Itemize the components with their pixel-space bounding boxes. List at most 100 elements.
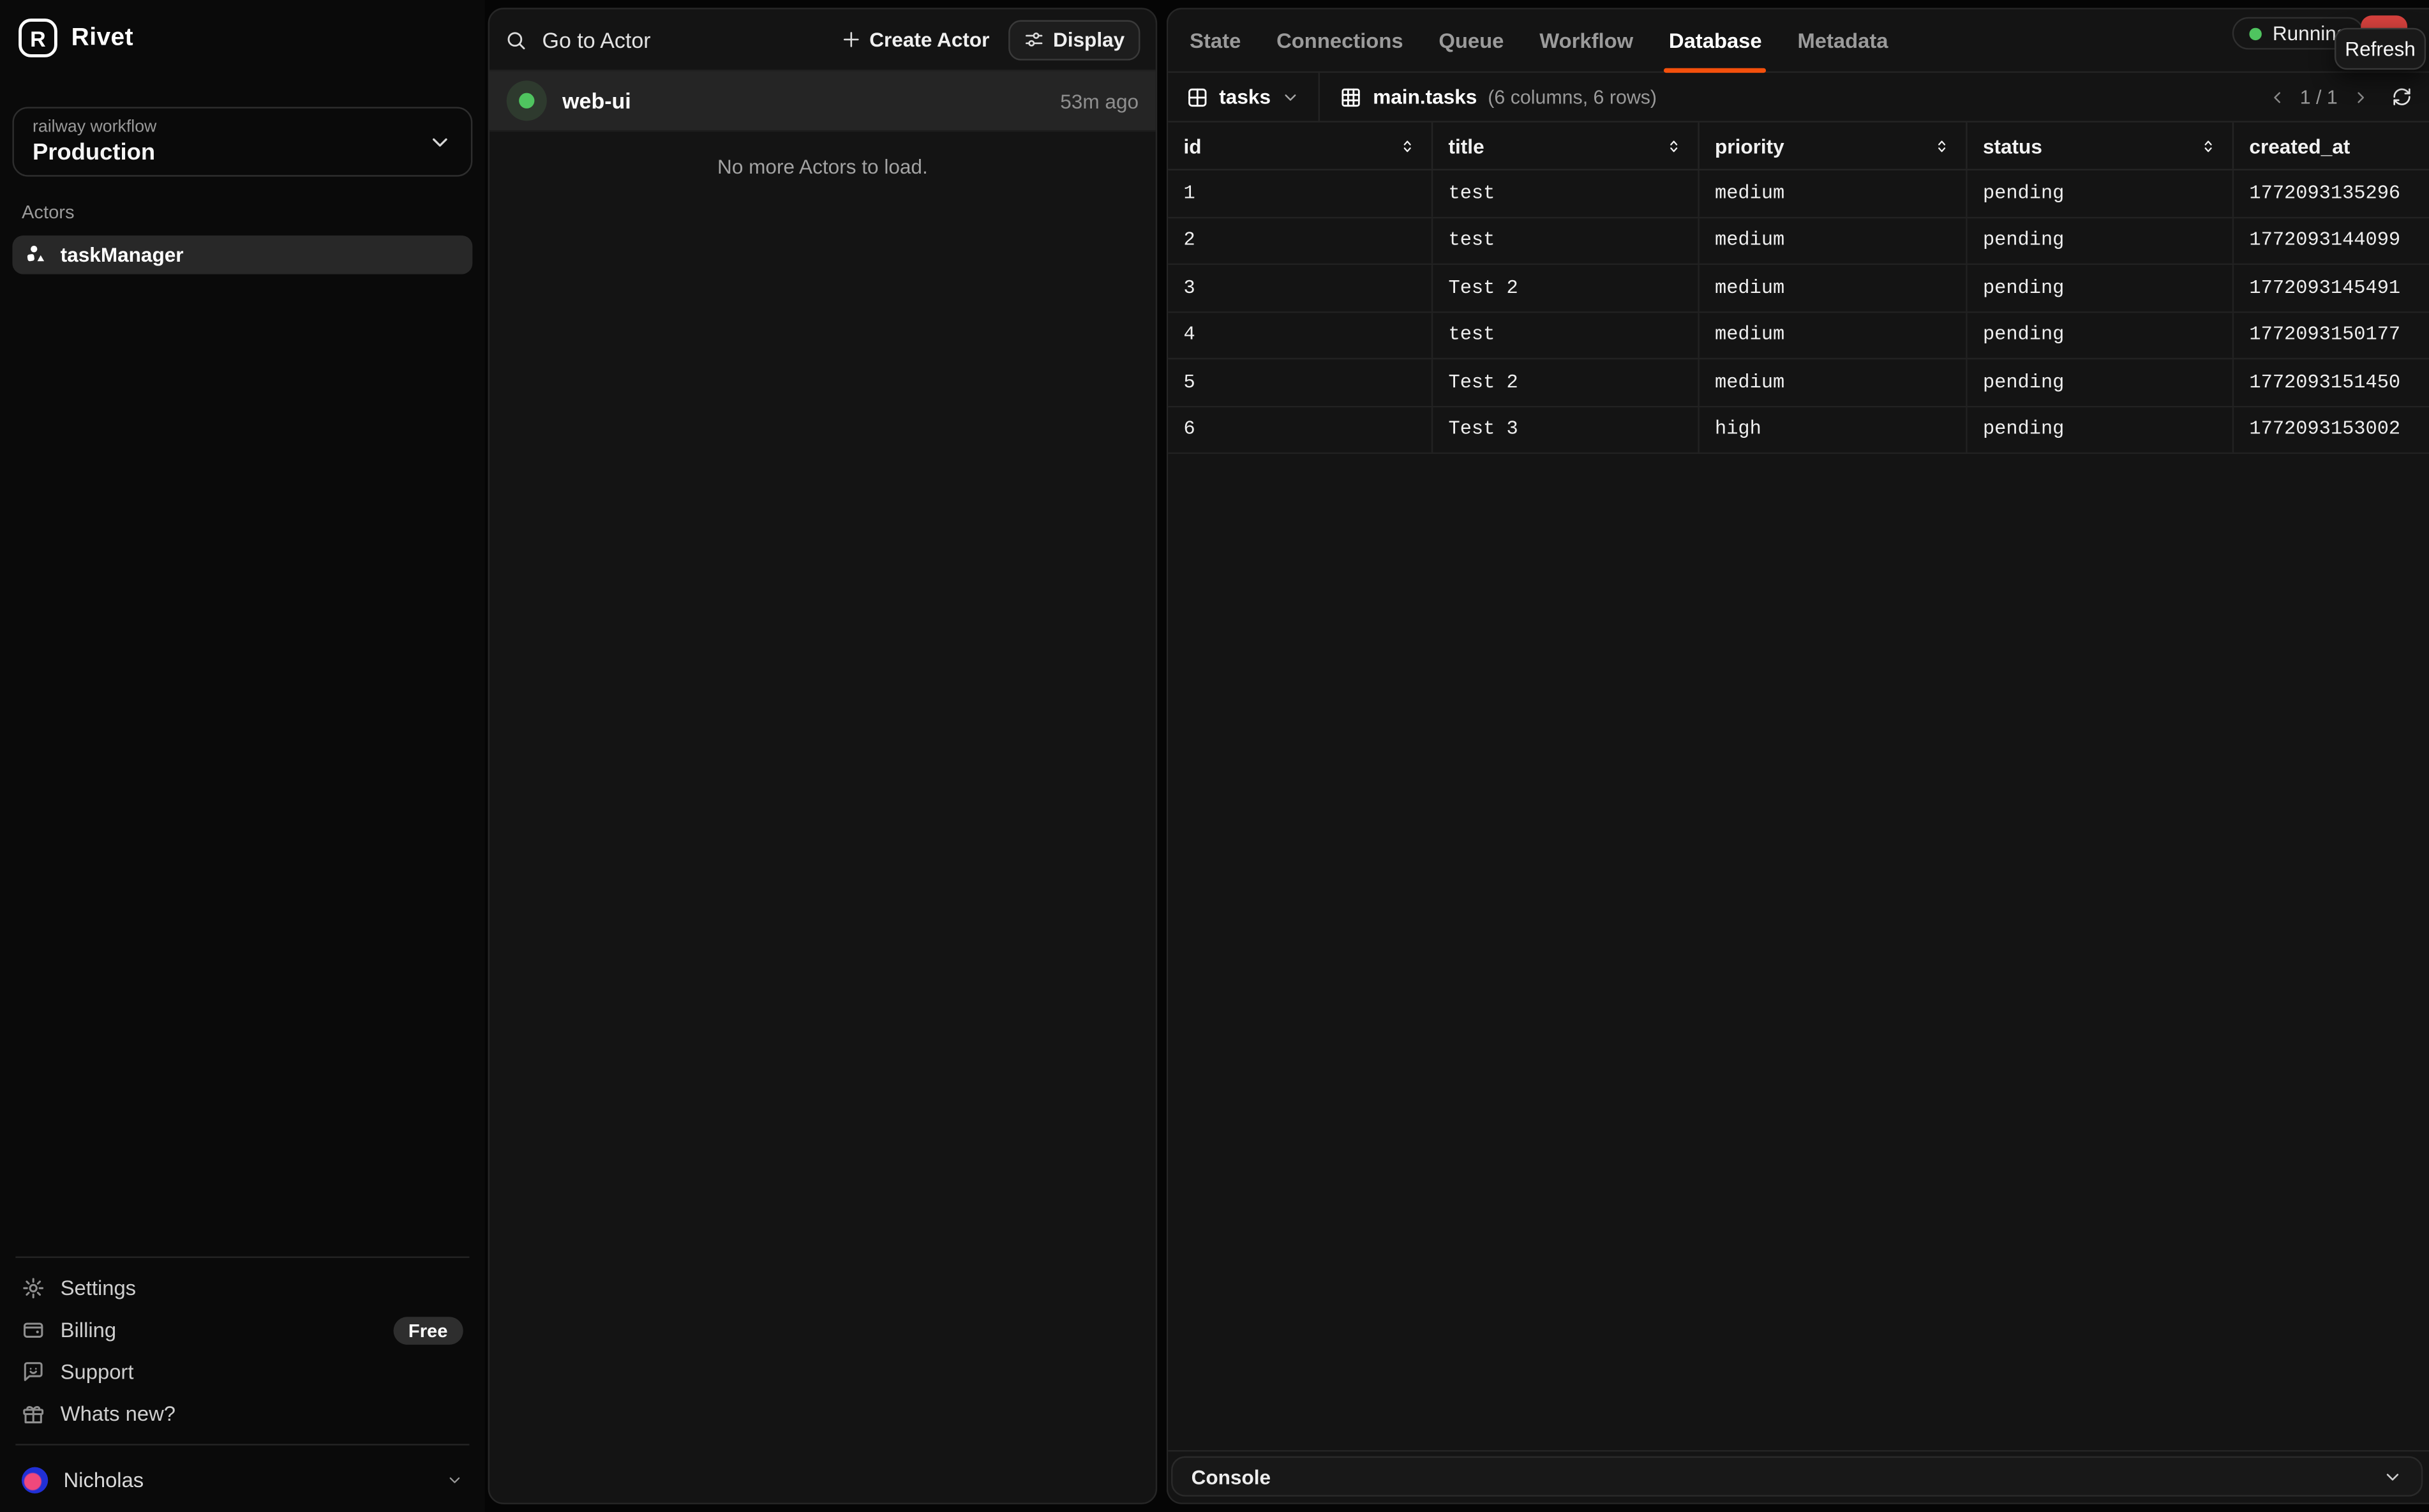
running-dot-icon	[2249, 27, 2261, 39]
cell-id: 5	[1168, 359, 1433, 405]
sort-icon	[2200, 137, 2217, 154]
sort-icon	[1399, 137, 1416, 154]
cell-created-at: 1772093145491	[2234, 265, 2429, 311]
prev-page-button[interactable]	[2268, 87, 2286, 106]
footer-item-label: Billing	[61, 1319, 116, 1342]
sidebar-item-taskmanager[interactable]: taskManager	[12, 236, 472, 274]
chevron-down-icon	[428, 130, 452, 154]
cell-created-at: 1772093151450	[2234, 359, 2429, 405]
divider	[15, 1257, 469, 1258]
footer-item-label: Support	[61, 1360, 134, 1383]
cell-priority: medium	[1700, 359, 1968, 405]
column-header-created-at[interactable]: created_at	[2234, 123, 2429, 169]
cell-status: pending	[1968, 312, 2234, 358]
cell-title: test	[1433, 312, 1699, 358]
actor-shapes-icon	[25, 243, 48, 266]
cell-status: pending	[1968, 265, 2234, 311]
brand-name: Rivet	[71, 24, 133, 52]
tooltip-label: Refresh	[2345, 37, 2416, 60]
table-icon	[1186, 86, 1208, 108]
sliders-icon	[1024, 29, 1044, 50]
console-label: Console	[1192, 1465, 1271, 1488]
tab-workflow[interactable]: Workflow	[1539, 10, 1633, 71]
column-label: status	[1983, 134, 2042, 157]
tab-state[interactable]: State	[1190, 10, 1241, 71]
user-menu[interactable]: Nicholas	[12, 1455, 472, 1497]
cell-id: 3	[1168, 265, 1433, 311]
database-toolbar: tasks main.tasks (6 columns, 6 rows) 1 /…	[1168, 73, 2429, 123]
cell-created-at: 1772093150177	[2234, 312, 2429, 358]
search-input[interactable]	[539, 26, 823, 54]
actor-list-header: Create Actor Display	[490, 10, 1156, 71]
sort-icon	[1933, 137, 1950, 154]
tab-database[interactable]: Database	[1669, 10, 1762, 71]
actor-inspector-panel: State Connections Queue Workflow Databas…	[1167, 8, 2429, 1504]
actor-list-item-web-ui[interactable]: web-ui 53m ago	[490, 71, 1156, 132]
table-full-name: main.tasks	[1373, 86, 1477, 109]
cell-priority: medium	[1700, 265, 1968, 311]
console-dock: Console	[1168, 1450, 2429, 1503]
chevron-left-icon	[2268, 87, 2286, 106]
refresh-table-button[interactable]	[2392, 87, 2412, 107]
sidebar-spacer	[12, 274, 472, 1247]
sidebar-item-settings[interactable]: Settings	[12, 1268, 472, 1310]
cell-id: 2	[1168, 218, 1433, 264]
sidebar-item-label: taskManager	[61, 243, 184, 266]
chevron-down-icon	[2382, 1466, 2403, 1486]
cell-id: 6	[1168, 407, 1433, 453]
column-header-title[interactable]: title	[1433, 123, 1699, 169]
refresh-icon	[2392, 87, 2412, 107]
actors-section-heading: Actors	[22, 202, 463, 223]
wallet-icon	[22, 1319, 45, 1342]
table-row[interactable]: 2 test medium pending 1772093144099	[1168, 218, 2429, 265]
workflow-text: railway workflow Production	[33, 117, 428, 165]
cell-title: Test 2	[1433, 359, 1699, 405]
sidebar-item-billing[interactable]: Billing Free	[12, 1309, 472, 1351]
console-toggle[interactable]: Console	[1171, 1456, 2423, 1497]
table-row[interactable]: 3 Test 2 medium pending 1772093145491	[1168, 265, 2429, 312]
avatar	[22, 1467, 48, 1493]
table-row[interactable]: 1 test medium pending 1772093135296	[1168, 170, 2429, 218]
sidebar: R Rivet railway workflow Production Acto…	[0, 0, 485, 1512]
gift-icon	[22, 1402, 45, 1425]
create-actor-button[interactable]: Create Actor	[835, 28, 996, 51]
display-label: Display	[1053, 28, 1125, 51]
cell-priority: high	[1700, 407, 1968, 453]
cell-priority: medium	[1700, 312, 1968, 358]
empty-list-message: No more Actors to load.	[490, 155, 1156, 178]
pagination-controls: 1 / 1	[2268, 86, 2429, 108]
tab-metadata[interactable]: Metadata	[1797, 10, 1888, 71]
table-row[interactable]: 6 Test 3 high pending 1772093153002	[1168, 407, 2429, 454]
column-label: id	[1183, 134, 1201, 157]
actor-age: 53m ago	[1060, 89, 1139, 112]
sidebar-item-whats-new[interactable]: Whats new?	[12, 1393, 472, 1435]
table-row[interactable]: 5 Test 2 medium pending 1772093151450	[1168, 359, 2429, 407]
table-empty-area	[1168, 454, 2429, 1450]
table-selector-dropdown[interactable]: tasks	[1168, 73, 1320, 121]
chevron-down-icon	[1282, 87, 1300, 106]
sidebar-item-support[interactable]: Support	[12, 1351, 472, 1393]
column-header-priority[interactable]: priority	[1700, 123, 1968, 169]
table-row[interactable]: 4 test medium pending 1772093150177	[1168, 312, 2429, 359]
search-icon	[505, 29, 527, 50]
tab-connections[interactable]: Connections	[1276, 10, 1403, 71]
chevron-down-icon	[446, 1472, 463, 1489]
table-header-row: id title priority status created_at	[1168, 123, 2429, 170]
display-options-button[interactable]: Display	[1008, 19, 1140, 59]
project-environment-selector[interactable]: railway workflow Production	[12, 107, 472, 176]
chevron-right-icon	[2352, 87, 2370, 106]
column-header-id[interactable]: id	[1168, 123, 1433, 169]
column-header-status[interactable]: status	[1968, 123, 2234, 169]
user-name: Nicholas	[64, 1469, 144, 1492]
environment-name: Production	[33, 139, 428, 165]
grid-icon	[1340, 86, 1362, 108]
page-indicator: 1 / 1	[2300, 86, 2338, 108]
cell-priority: medium	[1700, 218, 1968, 264]
column-label: title	[1449, 134, 1484, 157]
footer-item-label: Whats new?	[61, 1402, 176, 1425]
plus-icon	[842, 29, 862, 50]
next-page-button[interactable]	[2352, 87, 2370, 106]
footer-item-label: Settings	[61, 1276, 136, 1299]
tab-queue[interactable]: Queue	[1439, 10, 1504, 71]
plan-badge: Free	[393, 1316, 463, 1344]
